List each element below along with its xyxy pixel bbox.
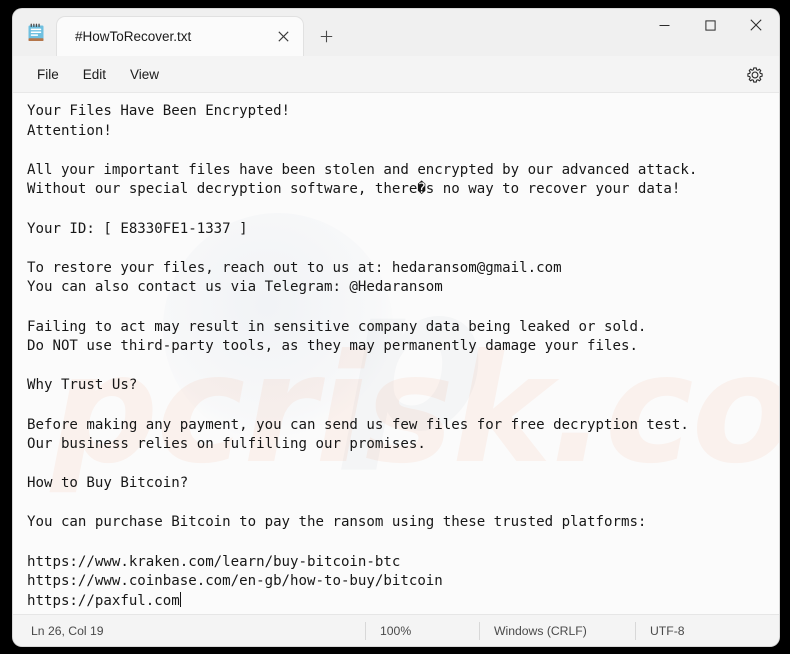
status-cursor-position: Ln 26, Col 19 bbox=[31, 623, 104, 638]
document-line: Attention! bbox=[27, 122, 112, 139]
document-line: https://www.kraken.com/learn/buy-bitcoin… bbox=[27, 553, 401, 570]
document-line bbox=[27, 200, 779, 220]
document-line bbox=[27, 455, 779, 475]
document-line: https://www.coinbase.com/en-gb/how-to-bu… bbox=[27, 573, 443, 590]
menu-bar: File Edit View bbox=[13, 56, 779, 93]
tab-title: #HowToRecover.txt bbox=[75, 29, 192, 44]
document-line bbox=[27, 357, 779, 377]
menu-item-edit[interactable]: Edit bbox=[71, 62, 118, 87]
text-editor[interactable]: p pcrisk.com Your Files Have Been Encryp… bbox=[13, 93, 779, 614]
menu-item-file[interactable]: File bbox=[25, 62, 71, 87]
document-line: Before making any payment, you can send … bbox=[27, 416, 689, 433]
document-line: You can purchase Bitcoin to pay the rans… bbox=[27, 514, 647, 531]
document-line: All your important files have been stole… bbox=[27, 161, 698, 178]
document-line bbox=[27, 533, 779, 553]
status-encoding[interactable]: UTF-8 bbox=[635, 621, 699, 640]
new-tab-button[interactable] bbox=[309, 19, 343, 53]
document-line: https://paxful.com bbox=[27, 591, 181, 609]
document-line: How to Buy Bitcoin? bbox=[27, 475, 189, 492]
status-bar: Ln 26, Col 19 100% Windows (CRLF) UTF-8 bbox=[13, 614, 779, 646]
document-line: To restore your files, reach out to us a… bbox=[27, 259, 562, 276]
document-text[interactable]: Your Files Have Been Encrypted! Attention… bbox=[13, 93, 779, 611]
document-line bbox=[27, 396, 779, 416]
status-zoom-level[interactable]: 100% bbox=[365, 621, 479, 640]
document-line bbox=[27, 141, 779, 161]
title-bar: #HowToRecover.txt bbox=[13, 9, 779, 56]
status-line-ending[interactable]: Windows (CRLF) bbox=[479, 621, 635, 640]
document-line: Do NOT use third-party tools, as they ma… bbox=[27, 338, 638, 355]
document-line: Failing to act may result in sensitive c… bbox=[27, 318, 647, 335]
screen: #HowToRecover.txt File Edit View p pcris… bbox=[0, 0, 790, 654]
close-tab-icon[interactable] bbox=[269, 23, 297, 51]
document-line bbox=[27, 494, 779, 514]
document-line bbox=[27, 239, 779, 259]
tab-how-to-recover[interactable]: #HowToRecover.txt bbox=[57, 17, 303, 56]
tab-strip: #HowToRecover.txt bbox=[57, 9, 343, 56]
document-line: Without our special decryption software,… bbox=[27, 181, 681, 198]
minimize-button[interactable] bbox=[641, 9, 687, 41]
notepad-window: #HowToRecover.txt File Edit View p pcris… bbox=[13, 9, 779, 646]
document-line: Our business relies on fulfilling our pr… bbox=[27, 436, 426, 453]
document-line: Your ID: [ E8330FE1-1337 ] bbox=[27, 220, 248, 237]
document-line: Your Files Have Been Encrypted! bbox=[27, 103, 291, 119]
document-line bbox=[27, 298, 779, 318]
menu-item-view[interactable]: View bbox=[118, 62, 171, 87]
document-line: Why Trust Us? bbox=[27, 377, 138, 394]
document-line: You can also contact us via Telegram: @H… bbox=[27, 279, 443, 296]
maximize-button[interactable] bbox=[687, 9, 733, 41]
close-window-button[interactable] bbox=[733, 9, 779, 41]
notepad-icon bbox=[21, 9, 51, 56]
gear-icon[interactable] bbox=[741, 61, 769, 89]
window-controls bbox=[641, 9, 779, 56]
text-caret bbox=[179, 591, 181, 607]
